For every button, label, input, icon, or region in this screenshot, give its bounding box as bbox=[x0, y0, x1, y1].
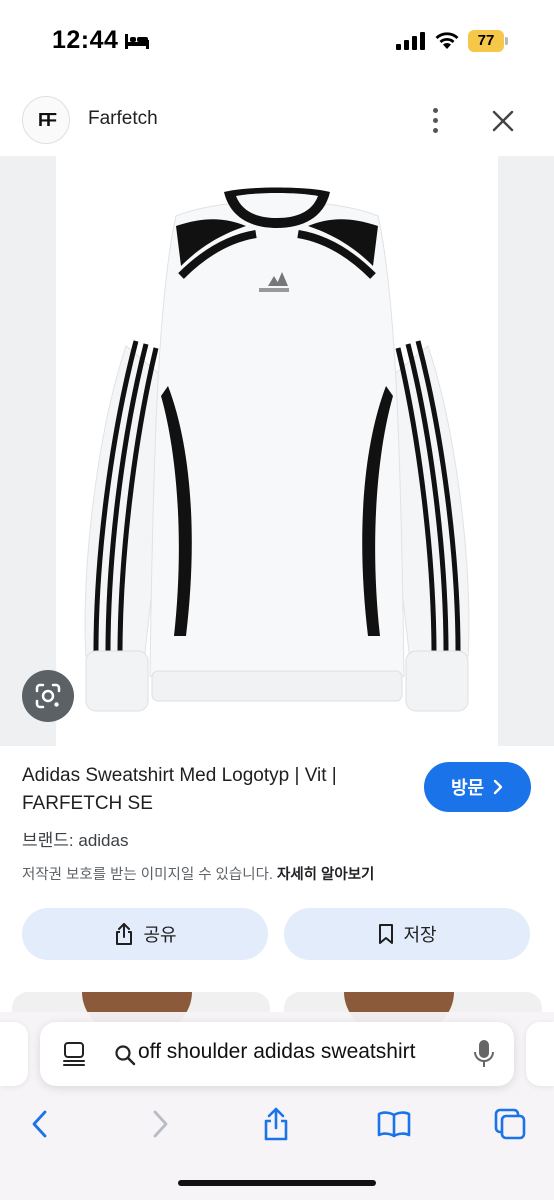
save-button[interactable]: 저장 bbox=[284, 908, 530, 960]
product-image-area bbox=[0, 156, 554, 746]
close-icon[interactable] bbox=[484, 102, 522, 140]
site-logo-text: FF bbox=[38, 109, 57, 130]
battery-cap bbox=[505, 37, 508, 45]
bookmarks-icon bbox=[377, 1111, 411, 1138]
cellular-signal-icon bbox=[396, 32, 425, 50]
learn-more-link[interactable]: 자세히 알아보기 bbox=[277, 867, 374, 883]
brand-line: 브랜드: adidas bbox=[22, 831, 129, 850]
product-image[interactable] bbox=[56, 156, 498, 746]
battery-level: 77 bbox=[477, 32, 495, 49]
page-menu-icon[interactable] bbox=[60, 1040, 88, 1068]
site-name[interactable]: Farfetch bbox=[88, 108, 158, 130]
site-logo[interactable]: FF bbox=[22, 96, 70, 144]
product-title[interactable]: Adidas Sweatshirt Med Logotyp | Vit | FA… bbox=[22, 762, 402, 818]
address-text[interactable]: off shoulder adidas sweatshirt bbox=[138, 1040, 458, 1064]
home-indicator[interactable] bbox=[178, 1180, 376, 1186]
copyright-text: 저작권 보호를 받는 이미지일 수 있습니다. bbox=[22, 867, 273, 883]
back-icon bbox=[32, 1110, 47, 1138]
visit-button[interactable]: 방문 bbox=[424, 762, 531, 812]
browser-toolbar bbox=[0, 1094, 554, 1154]
save-button-label: 저장 bbox=[403, 925, 437, 945]
forward-button[interactable] bbox=[136, 1100, 184, 1148]
search-icon bbox=[115, 1045, 136, 1066]
bookmarks-button[interactable] bbox=[370, 1100, 418, 1148]
google-lens-button[interactable] bbox=[22, 670, 74, 722]
browser-bottom-bar: off shoulder adidas sweatshirt bbox=[0, 1012, 554, 1200]
image-left-margin bbox=[0, 156, 56, 746]
tabs-icon bbox=[494, 1108, 526, 1140]
address-bar[interactable]: off shoulder adidas sweatshirt bbox=[40, 1022, 514, 1086]
status-time: 12:44 bbox=[52, 26, 119, 54]
share-button[interactable]: 공유 bbox=[22, 908, 268, 960]
tabs-button[interactable] bbox=[486, 1100, 534, 1148]
browser-share-button[interactable] bbox=[252, 1100, 300, 1148]
sleep-focus-icon bbox=[125, 34, 149, 49]
previous-tab-peek[interactable] bbox=[0, 1022, 28, 1086]
more-options-icon[interactable] bbox=[420, 100, 450, 140]
copyright-notice: 저작권 보호를 받는 이미지일 수 있습니다. 자세히 알아보기 bbox=[22, 863, 374, 884]
share-button-label: 공유 bbox=[143, 925, 177, 945]
result-sheet-header: FF Farfetch bbox=[0, 92, 554, 152]
back-button[interactable] bbox=[16, 1100, 64, 1148]
battery-indicator: 77 bbox=[468, 30, 508, 52]
wifi-icon bbox=[435, 32, 459, 49]
status-bar: 12:44 77 bbox=[0, 0, 554, 80]
share-icon bbox=[116, 923, 133, 945]
image-right-margin bbox=[498, 156, 554, 746]
bookmark-icon bbox=[379, 924, 394, 944]
lens-icon bbox=[35, 683, 61, 709]
share-icon bbox=[264, 1107, 288, 1141]
mic-icon[interactable] bbox=[472, 1038, 496, 1070]
forward-icon bbox=[153, 1110, 168, 1138]
visit-button-label: 방문 bbox=[450, 778, 485, 798]
chevron-right-icon bbox=[493, 779, 503, 795]
next-tab-peek[interactable] bbox=[526, 1022, 554, 1086]
